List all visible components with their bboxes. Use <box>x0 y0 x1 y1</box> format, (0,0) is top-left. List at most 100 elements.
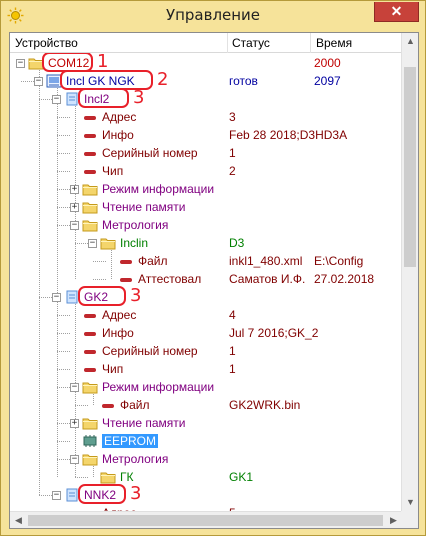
horizontal-scrollbar[interactable]: ◀ ▶ <box>10 511 402 528</box>
annotation-box <box>78 484 126 504</box>
tree-connector <box>57 387 70 388</box>
collapse-icon[interactable]: − <box>52 293 61 302</box>
column-device[interactable]: Устройство <box>15 36 78 50</box>
tree-connector <box>39 297 52 298</box>
column-header: Устройство Статус Время <box>10 33 402 53</box>
device-tree-view[interactable]: Устройство Статус Время − COM12 2000 1− Incl… <box>9 32 419 529</box>
horizontal-scroll-thumb[interactable] <box>28 515 383 526</box>
param-icon <box>84 368 96 372</box>
tree-connector <box>57 351 70 352</box>
tree-connector <box>57 423 70 424</box>
row-label[interactable]: Чтение памяти <box>102 200 186 214</box>
tree-row-incl2-serial[interactable]: Серийный номер 1 <box>10 144 402 162</box>
row-label[interactable]: EEPROM <box>102 434 159 448</box>
tree-row-incl-gk-ngk[interactable]: − Incl GK NGK готов 2097 2 <box>10 70 402 90</box>
tree-row-gk2-memory-read[interactable]: + Чтение памяти <box>10 414 402 432</box>
param-icon <box>84 350 96 354</box>
tree-row-gk2-serial[interactable]: Серийный номер 1 <box>10 342 402 360</box>
tree-row-gk2-chip[interactable]: Чип 1 <box>10 360 402 378</box>
column-status[interactable]: Статус <box>232 36 270 50</box>
row-label[interactable]: Адрес <box>102 308 136 322</box>
row-label[interactable]: Адрес <box>102 110 136 124</box>
row-label[interactable]: Чип <box>102 164 123 178</box>
tree-row-inclin-file[interactable]: Файл inkl1_480.xml E:\Config <box>10 252 402 270</box>
tree-row-gk[interactable]: ГК GK1 <box>10 468 402 486</box>
row-status: Саматов И.Ф. <box>229 272 306 286</box>
collapse-icon[interactable]: − <box>34 77 43 86</box>
row-status: готов <box>229 74 258 88</box>
row-label[interactable]: Инфо <box>102 128 134 142</box>
row-label[interactable]: Аттестовал <box>138 272 201 286</box>
folder-icon <box>100 236 116 250</box>
tree-row-gk2-file[interactable]: Файл GK2WRK.bin <box>10 396 402 414</box>
tree-connector <box>57 207 70 208</box>
scroll-down-icon[interactable]: ▼ <box>402 494 418 511</box>
scroll-up-icon[interactable]: ▲ <box>402 33 418 50</box>
collapse-icon[interactable]: − <box>52 95 61 104</box>
tree-row-nnk2[interactable]: − NNK2 3 <box>10 484 402 504</box>
tree-row-incl2-memory-read[interactable]: + Чтение памяти <box>10 198 402 216</box>
tree-row-gk2-info-mode[interactable]: − Режим информации <box>10 378 402 396</box>
collapse-icon[interactable]: − <box>88 239 97 248</box>
row-label[interactable]: Файл <box>138 254 168 268</box>
row-label[interactable]: Серийный номер <box>102 344 198 358</box>
vertical-scroll-thumb[interactable] <box>404 67 416 267</box>
collapse-icon[interactable]: − <box>70 455 79 464</box>
annotation-box <box>78 88 129 108</box>
row-label[interactable]: Чип <box>102 362 123 376</box>
tree-row-incl2[interactable]: − Incl2 3 <box>10 88 402 108</box>
tree-row-nnk2-address[interactable]: Адрес5 <box>10 504 402 511</box>
tree-row-gk2-address[interactable]: Адрес 4 <box>10 306 402 324</box>
row-label[interactable]: ГК <box>120 470 134 484</box>
collapse-icon[interactable]: − <box>70 383 79 392</box>
annotation-number: 3 <box>130 285 142 306</box>
tree-row-gk2[interactable]: − GK2 3 <box>10 285 402 306</box>
column-time[interactable]: Время <box>316 36 352 50</box>
row-status: 2 <box>229 164 236 178</box>
column-divider[interactable] <box>227 33 228 53</box>
scroll-left-icon[interactable]: ◀ <box>10 512 27 528</box>
expand-icon[interactable]: + <box>70 185 79 194</box>
collapse-icon[interactable]: − <box>52 491 61 500</box>
close-button[interactable]: ✕ <box>374 2 419 22</box>
row-label[interactable]: Метрология <box>102 218 168 232</box>
tree-row-eeprom[interactable]: EEPROM <box>10 432 402 450</box>
annotation-box <box>78 286 126 306</box>
row-label[interactable]: Inclin <box>120 236 148 250</box>
row-label[interactable]: Файл <box>120 398 150 412</box>
row-status: GK2WRK.bin <box>229 398 301 412</box>
collapse-icon[interactable]: − <box>70 221 79 230</box>
row-label[interactable]: Режим информации <box>102 380 214 394</box>
row-label[interactable]: Метрология <box>102 452 168 466</box>
collapse-icon[interactable]: − <box>16 59 25 68</box>
tree-row-incl2-metrology[interactable]: − Метрология <box>10 216 402 234</box>
tree-row-incl2-info-mode[interactable]: + Режим информации <box>10 180 402 198</box>
window-title: Управление <box>165 6 261 24</box>
expand-icon[interactable]: + <box>70 419 79 428</box>
scrollbar-corner <box>401 511 418 528</box>
row-status: D3 <box>229 236 245 250</box>
scroll-right-icon[interactable]: ▶ <box>385 512 402 528</box>
expand-icon[interactable]: + <box>70 203 79 212</box>
row-label[interactable]: Режим информации <box>102 182 214 196</box>
tree-row-inclin[interactable]: − Inclin D3 <box>10 234 402 252</box>
tree-connector <box>75 477 88 478</box>
title-bar[interactable]: Управление ✕ <box>1 1 425 32</box>
param-icon <box>84 116 96 120</box>
tree-row-incl2-address[interactable]: Адрес 3 <box>10 108 402 126</box>
row-label[interactable]: Серийный номер <box>102 146 198 160</box>
tree-connector <box>57 225 70 226</box>
row-label[interactable]: Инфо <box>102 326 134 340</box>
vertical-scrollbar[interactable]: ▲ ▼ <box>401 33 418 511</box>
column-divider[interactable] <box>310 33 311 53</box>
tree-row-incl2-info[interactable]: Инфо Feb 28 2018;D3HD3A <box>10 126 402 144</box>
row-time: E:\Config <box>314 254 364 268</box>
tree-row-gk2-metrology[interactable]: − Метрология <box>10 450 402 468</box>
row-label[interactable]: Чтение памяти <box>102 416 186 430</box>
tree-row-inclin-certified[interactable]: Аттестовал Саматов И.Ф. 27.02.2018 <box>10 270 402 288</box>
tree-connector <box>21 81 34 82</box>
tree-connector <box>93 279 106 280</box>
annotation-number: 1 <box>97 53 109 72</box>
tree-row-gk2-info[interactable]: Инфо Jul 7 2016;GK_2 <box>10 324 402 342</box>
tree-row-incl2-chip[interactable]: Чип 2 <box>10 162 402 180</box>
